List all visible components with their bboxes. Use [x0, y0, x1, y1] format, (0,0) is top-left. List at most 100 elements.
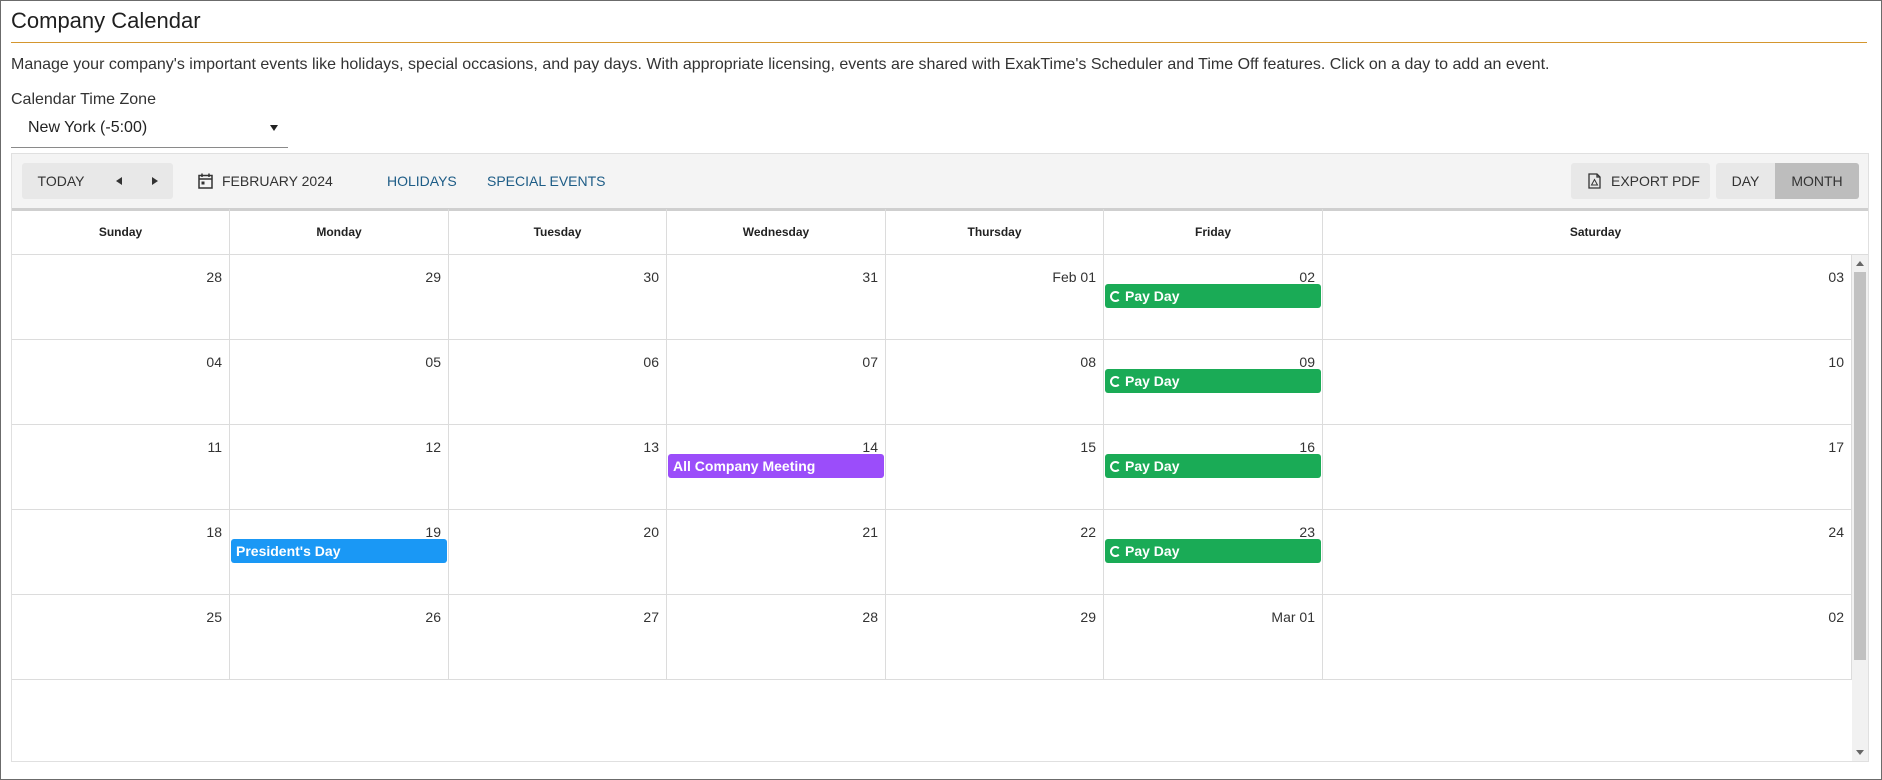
today-button[interactable]: TODAY	[22, 163, 100, 199]
export-pdf-label: EXPORT PDF	[1611, 173, 1700, 189]
day-cell[interactable]: Mar 01	[1104, 595, 1323, 680]
event-title: All Company Meeting	[673, 458, 816, 474]
export-pdf-button[interactable]: EXPORT PDF	[1571, 163, 1710, 199]
holidays-button[interactable]: HOLIDAYS	[387, 163, 457, 199]
day-cell[interactable]: 28	[12, 255, 230, 340]
day-number: 23	[1299, 524, 1315, 540]
day-cell[interactable]: 10	[1323, 340, 1852, 425]
event-title: President's Day	[236, 543, 341, 559]
day-number: Feb 01	[1052, 269, 1096, 285]
day-number: 28	[206, 269, 222, 285]
day-number: 14	[862, 439, 878, 455]
day-number: 29	[1080, 609, 1096, 625]
calendar-toolbar: TODAY FEBRUARY 2024 HOLIDAYS SPECIAL EVE…	[11, 153, 1869, 209]
calendar-event[interactable]: President's Day	[231, 539, 447, 563]
month-view-button[interactable]: MONTH	[1775, 163, 1859, 199]
view-switcher: DAY MONTH	[1716, 163, 1859, 199]
day-cell[interactable]: 11	[12, 425, 230, 510]
day-number: 03	[1828, 269, 1844, 285]
scroll-up-icon[interactable]	[1856, 261, 1864, 266]
day-cell[interactable]: 12	[230, 425, 449, 510]
calendar-event[interactable]: All Company Meeting	[668, 454, 884, 478]
day-number: 05	[425, 354, 441, 370]
day-cell[interactable]: 31	[667, 255, 886, 340]
day-cell[interactable]: 02	[1323, 595, 1852, 680]
day-number: 09	[1299, 354, 1315, 370]
current-period-label: FEBRUARY 2024	[222, 173, 333, 189]
day-cell[interactable]: 29	[886, 595, 1104, 680]
day-cell[interactable]: 06	[449, 340, 667, 425]
weekday-header-friday: Friday	[1104, 209, 1323, 255]
calendar-event[interactable]: Pay Day	[1105, 454, 1321, 478]
page-title: Company Calendar	[11, 8, 201, 33]
day-cell[interactable]: 29	[230, 255, 449, 340]
day-number: 06	[643, 354, 659, 370]
day-number: 22	[1080, 524, 1096, 540]
day-number: 26	[425, 609, 441, 625]
day-cell[interactable]: 22	[886, 510, 1104, 595]
weekday-header-monday: Monday	[230, 209, 449, 255]
weekday-header-saturday: Saturday	[1569, 225, 1622, 239]
day-number: 28	[862, 609, 878, 625]
day-cell[interactable]: 27	[449, 595, 667, 680]
day-number: 11	[207, 439, 222, 455]
day-cell[interactable]: Feb 01	[886, 255, 1104, 340]
day-cell[interactable]: 05	[230, 340, 449, 425]
weekday-header-tuesday: Tuesday	[449, 209, 667, 255]
day-cell[interactable]: 25	[12, 595, 230, 680]
day-cell[interactable]: 20	[449, 510, 667, 595]
scrollbar-thumb[interactable]	[1854, 272, 1866, 660]
calendar-icon	[198, 173, 213, 189]
page-description: Manage your company's important events l…	[11, 56, 1550, 73]
calendar-scrollbar[interactable]	[1852, 255, 1868, 761]
event-title: Pay Day	[1125, 288, 1180, 304]
day-number: 31	[862, 269, 878, 285]
day-view-button[interactable]: DAY	[1716, 163, 1775, 199]
day-cell[interactable]: 03	[1323, 255, 1852, 340]
day-cell[interactable]: 28	[667, 595, 886, 680]
recurring-icon	[1110, 376, 1121, 387]
day-cell[interactable]: 08	[886, 340, 1104, 425]
day-cell[interactable]: 07	[667, 340, 886, 425]
day-number: 18	[206, 524, 222, 540]
day-cell[interactable]: 04	[12, 340, 230, 425]
day-number: 16	[1299, 439, 1315, 455]
day-number: 10	[1828, 354, 1844, 370]
day-cell[interactable]: 26	[230, 595, 449, 680]
day-cell[interactable]: 13	[449, 425, 667, 510]
event-title: Pay Day	[1125, 373, 1180, 389]
scroll-down-icon[interactable]	[1856, 750, 1864, 755]
month-grid: 28 29 30 31 Feb 01 02 03 04 05 06 07 08 09 10 11 12 13 14…	[12, 255, 1852, 761]
recurring-icon	[1110, 291, 1121, 302]
calendar-event[interactable]: Pay Day	[1105, 284, 1321, 308]
calendar-event[interactable]: Pay Day	[1105, 539, 1321, 563]
day-cell[interactable]: 24	[1323, 510, 1852, 595]
next-month-button[interactable]	[136, 163, 172, 199]
event-title: Pay Day	[1125, 458, 1180, 474]
pdf-icon	[1588, 173, 1601, 189]
day-number: 13	[643, 439, 659, 455]
previous-month-button[interactable]	[100, 163, 136, 199]
day-number: 19	[425, 524, 441, 540]
day-cell[interactable]: 21	[667, 510, 886, 595]
day-number: 15	[1080, 439, 1096, 455]
day-number: 27	[643, 609, 659, 625]
weekday-header-thursday: Thursday	[886, 209, 1104, 255]
special-events-button[interactable]: SPECIAL EVENTS	[487, 163, 606, 199]
current-period-button[interactable]: FEBRUARY 2024	[198, 163, 333, 199]
day-cell[interactable]: 30	[449, 255, 667, 340]
day-number: 12	[425, 439, 441, 455]
day-number: 20	[643, 524, 659, 540]
day-cell[interactable]: 15	[886, 425, 1104, 510]
day-cell[interactable]: 18	[12, 510, 230, 595]
calendar-event[interactable]: Pay Day	[1105, 369, 1321, 393]
timezone-label: Calendar Time Zone	[11, 91, 156, 108]
day-number: 30	[643, 269, 659, 285]
day-number: Mar 01	[1271, 609, 1315, 625]
caret-right-icon	[152, 177, 158, 185]
timezone-value: New York (-5:00)	[28, 119, 148, 136]
day-number: 17	[1828, 439, 1844, 455]
day-number: 24	[1828, 524, 1844, 540]
timezone-select[interactable]: New York (-5:00)	[11, 110, 288, 148]
day-cell[interactable]: 17	[1323, 425, 1852, 510]
